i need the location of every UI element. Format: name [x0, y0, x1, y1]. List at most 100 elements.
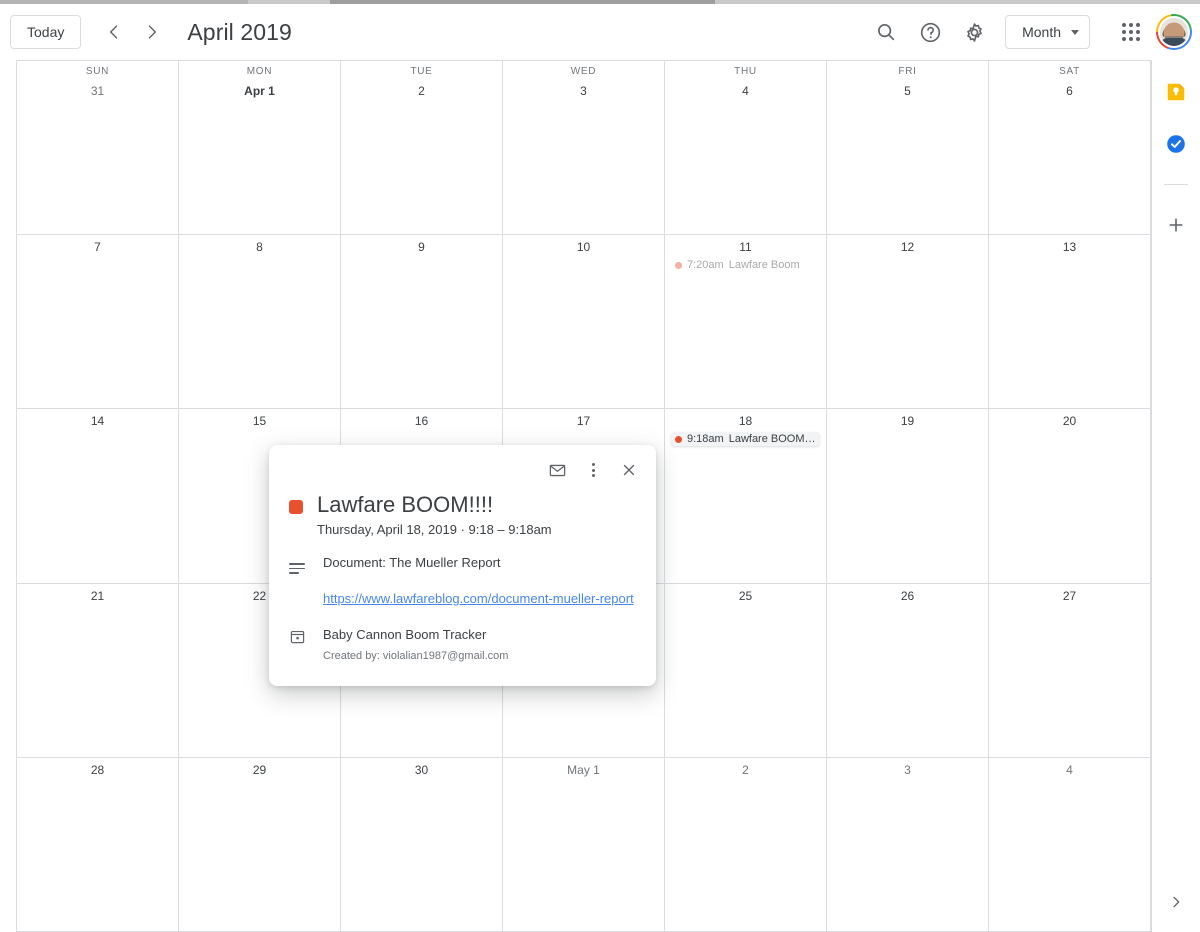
day-cell[interactable]: 12	[827, 235, 989, 410]
account-avatar-button[interactable]	[1156, 14, 1192, 50]
help-icon	[920, 22, 940, 42]
today-button[interactable]: Today	[10, 15, 82, 49]
close-popup-button[interactable]	[614, 455, 644, 485]
day-number[interactable]: 19	[827, 413, 988, 429]
day-number[interactable]: 3	[503, 83, 664, 99]
day-cell[interactable]: 28	[17, 757, 179, 932]
day-number[interactable]: 3	[827, 762, 988, 778]
day-number[interactable]: 6	[989, 83, 1150, 99]
day-number[interactable]: 31	[17, 83, 178, 99]
settings-button[interactable]	[955, 13, 993, 51]
day-number[interactable]: 17	[503, 413, 664, 429]
event-created-by: Created by: violalian1987@gmail.com	[323, 650, 509, 662]
day-cell[interactable]: FRI 5	[827, 61, 989, 236]
day-number[interactable]: 30	[341, 762, 502, 778]
day-number[interactable]: 28	[17, 762, 178, 778]
event-datetime: Thursday, April 18, 2019 · 9:18 – 9:18am	[317, 522, 552, 537]
day-cell[interactable]: 25	[665, 583, 827, 758]
event-chip-time: 7:20am	[687, 259, 724, 272]
day-number[interactable]: 11	[665, 239, 826, 255]
email-guests-button[interactable]	[542, 455, 572, 485]
google-keep-button[interactable]	[1164, 80, 1188, 104]
event-chip[interactable]: 7:20am Lawfare Boom	[671, 258, 820, 272]
day-number[interactable]: 9	[341, 239, 502, 255]
envelope-icon	[549, 464, 565, 476]
day-number[interactable]: 15	[179, 413, 340, 429]
day-number[interactable]: 12	[827, 239, 988, 255]
day-cell[interactable]: 10	[503, 235, 665, 410]
day-number[interactable]: 7	[17, 239, 178, 255]
day-cell[interactable]: SAT 6	[989, 61, 1151, 236]
day-number[interactable]: 29	[179, 762, 340, 778]
add-icon	[1169, 218, 1183, 232]
view-mode-label: Month	[1022, 24, 1061, 40]
day-number[interactable]: 16	[341, 413, 502, 429]
event-description-link[interactable]: https://www.lawfareblog.com/document-mue…	[323, 589, 634, 609]
day-cell[interactable]: 26	[827, 583, 989, 758]
next-month-button[interactable]	[135, 15, 169, 49]
day-number[interactable]: 14	[17, 413, 178, 429]
day-cell[interactable]: 29	[179, 757, 341, 932]
day-number[interactable]: 27	[989, 588, 1150, 604]
gear-icon	[966, 22, 982, 42]
search-icon	[878, 24, 895, 41]
more-options-icon	[591, 463, 595, 477]
day-number[interactable]: 2	[341, 83, 502, 99]
expand-panel-button[interactable]	[1162, 888, 1190, 916]
day-number[interactable]: 18	[665, 413, 826, 429]
day-number[interactable]: 21	[17, 588, 178, 604]
day-cell[interactable]: MON Apr 1	[179, 61, 341, 236]
google-tasks-button[interactable]	[1164, 132, 1188, 156]
event-chip[interactable]: 9:18am Lawfare BOOM!!!!	[671, 432, 820, 447]
google-tasks-icon	[1167, 135, 1185, 153]
google-apps-button[interactable]	[1112, 13, 1150, 51]
event-chip-title: Lawfare BOOM!!!!	[728, 433, 816, 446]
day-cell[interactable]: 9	[341, 235, 503, 410]
help-button[interactable]	[911, 13, 949, 51]
day-cell[interactable]: THU 4	[665, 61, 827, 236]
day-number[interactable]: 2	[665, 762, 826, 778]
search-button[interactable]	[867, 13, 905, 51]
day-number[interactable]: 13	[989, 239, 1150, 255]
day-cell[interactable]: 18 9:18am Lawfare BOOM!!!!	[665, 409, 827, 584]
chevron-down-icon	[1071, 29, 1079, 35]
day-cell[interactable]: May 1	[503, 757, 665, 932]
day-cell[interactable]: 21	[17, 583, 179, 758]
day-number[interactable]: 10	[503, 239, 664, 255]
day-of-week-label: WED	[570, 66, 597, 77]
day-number[interactable]: 8	[179, 239, 340, 255]
day-number[interactable]: 4	[989, 762, 1150, 778]
view-mode-select[interactable]: Month	[1005, 15, 1090, 49]
day-cell[interactable]: 2	[665, 757, 827, 932]
day-number[interactable]: Apr 1	[179, 83, 340, 99]
day-cell[interactable]: 14	[17, 409, 179, 584]
event-dot-icon	[675, 261, 682, 269]
day-number[interactable]: 5	[827, 83, 988, 99]
rail-divider	[1164, 184, 1188, 185]
more-options-button[interactable]	[578, 455, 608, 485]
day-cell[interactable]: 4	[989, 757, 1151, 932]
event-description-row: Document: The Mueller Report https://www…	[269, 553, 656, 609]
day-cell[interactable]: 27	[989, 583, 1151, 758]
day-number[interactable]: May 1	[503, 762, 664, 778]
day-number[interactable]: 20	[989, 413, 1150, 429]
day-cell[interactable]: 30	[341, 757, 503, 932]
avatar	[1158, 16, 1190, 48]
day-cell[interactable]: 11 7:20am Lawfare Boom	[665, 235, 827, 410]
day-cell[interactable]: 20	[989, 409, 1151, 584]
day-number[interactable]: 25	[665, 588, 826, 604]
day-number[interactable]: 26	[827, 588, 988, 604]
day-cell[interactable]: 8	[179, 235, 341, 410]
previous-month-button[interactable]	[97, 15, 131, 49]
day-cell[interactable]: SUN 31	[17, 61, 179, 236]
day-cell[interactable]: WED 3	[503, 61, 665, 236]
event-description-body: Document: The Mueller Report https://www…	[323, 553, 634, 609]
day-cell[interactable]: 3	[827, 757, 989, 932]
day-cell[interactable]: 7	[17, 235, 179, 410]
day-cell[interactable]: 13	[989, 235, 1151, 410]
event-color-swatch	[289, 500, 303, 514]
day-cell[interactable]: 19	[827, 409, 989, 584]
day-number[interactable]: 4	[665, 83, 826, 99]
add-addon-button[interactable]	[1164, 213, 1188, 237]
day-cell[interactable]: TUE 2	[341, 61, 503, 236]
